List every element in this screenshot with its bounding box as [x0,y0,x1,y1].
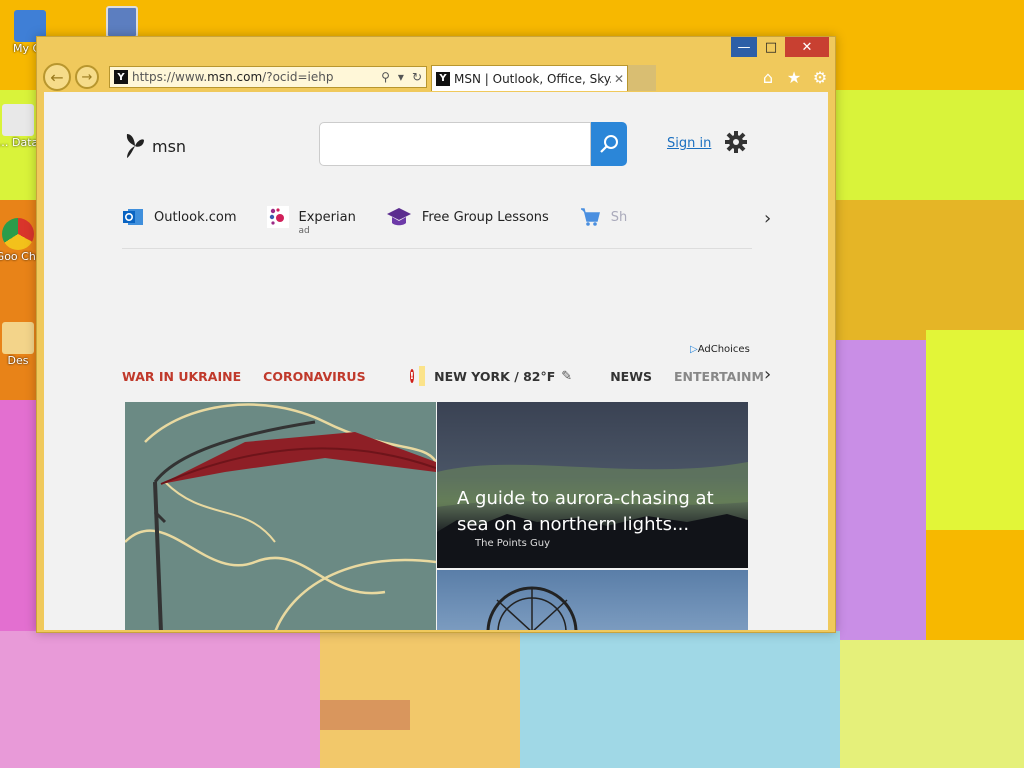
cart-icon [580,208,600,226]
url-prefix: https://www. [132,70,208,84]
window-controls: — □ ✕ [731,37,829,57]
maximize-icon: □ [764,39,778,55]
app-window-icon [106,6,138,38]
topic-coronavirus[interactable]: CORONAVIRUS [263,369,365,384]
quick-link-label: Sh [610,209,628,225]
close-button[interactable]: ✕ [785,37,829,57]
url-suffix: /?ocid=iehp [262,70,334,84]
sign-in-link[interactable]: Sign in [667,136,711,151]
experian-icon [266,206,289,228]
url-domain: msn.com [207,70,263,84]
topic-nav: WAR IN UKRAINE CORONAVIRUS ! NEW YORK / … [122,364,764,388]
feature-card-umbrella[interactable] [125,402,436,630]
desktop-icon-window-app[interactable] [92,6,152,38]
chrome-icon [2,218,34,250]
browser-toolbar-icons: ⌂ ★ ⚙ [759,68,829,87]
msn-logo[interactable]: msn [124,132,186,160]
back-button[interactable]: ← [43,63,71,91]
tools-gear-icon[interactable]: ⚙ [811,68,829,87]
page-content: msn Sign in Outlook.com Experian ad Free… [44,92,828,630]
msn-logo-text: msn [152,136,187,156]
quick-link-free-group-lessons[interactable]: Free Group Lessons [386,206,549,228]
new-tab-button[interactable] [628,65,656,91]
browser-window: — □ ✕ ← → Y https://www.msn.com/?ocid=ie… [36,36,836,633]
adchoices-icon: ▷ [690,344,698,355]
bg-bottom-left [0,631,320,768]
back-arrow-icon: ← [50,67,64,87]
msn-butterfly-icon [126,134,144,158]
navigation-bar: ← → Y https://www.msn.com/?ocid=iehp ⚲ ▾… [43,63,829,91]
bg-purple-panel [834,340,926,640]
bg-bottom-far-right [840,640,1024,768]
weather-location[interactable]: NEW YORK / 82°F [434,369,555,384]
msn-favicon-icon: Y [114,70,128,84]
search-icon[interactable]: ⚲ [381,70,390,84]
topic-entertainment[interactable]: ENTERTAINM [674,369,764,384]
quick-link-outlook[interactable]: Outlook.com [122,206,237,228]
folder-icon [2,322,34,354]
feature-card-aurora[interactable]: A guide to aurora-chasing at sea on a no… [437,402,748,568]
settings-gear-icon[interactable] [724,130,748,154]
ad-label: ad [298,226,310,236]
tab-title: MSN | Outlook, Office, Sky... [454,71,611,86]
browser-tab[interactable]: Y MSN | Outlook, Office, Sky... ✕ [431,65,628,91]
bg-lime-right [926,330,1024,530]
quick-links-next-chevron-icon[interactable]: › [764,208,771,229]
graduation-cap-icon [386,208,411,226]
outlook-icon [123,209,143,225]
refresh-icon[interactable]: ↻ [412,70,422,84]
quick-link-label: Outlook.com [154,209,237,225]
edit-pencil-icon[interactable]: ✎ [561,369,572,384]
quick-link-experian[interactable]: Experian ad [266,206,356,236]
address-url[interactable]: https://www.msn.com/?ocid=iehp [132,70,377,84]
quick-links-bar: Outlook.com Experian ad Free Group Lesso… [122,206,752,249]
address-bar[interactable]: Y https://www.msn.com/?ocid=iehp ⚲ ▾ ↻ [109,66,427,88]
favorites-star-icon[interactable]: ★ [785,68,803,87]
maximize-button[interactable]: □ [757,37,785,57]
search-button[interactable] [591,122,627,166]
card-headline[interactable]: A guide to aurora-chasing at sea on a no… [457,486,727,538]
card-source: The Points Guy [475,538,550,549]
quick-link-label: Experian [298,209,356,225]
close-icon: ✕ [801,39,813,55]
weather-alert-icon[interactable]: ! [409,369,415,383]
dropdown-arrow-icon[interactable]: ▾ [398,70,404,84]
ferris-wheel-image [486,586,578,630]
msn-favicon-icon: Y [436,71,450,86]
search-icon [600,135,618,153]
forward-arrow-icon: → [81,69,93,85]
quick-link-label: Free Group Lessons [421,209,549,225]
forward-button[interactable]: → [75,65,99,89]
minimize-button[interactable]: — [731,37,757,57]
document-icon [2,104,34,136]
topic-war-in-ukraine[interactable]: WAR IN UKRAINE [122,369,241,384]
quick-link-shopping[interactable]: Sh [579,206,628,228]
patio-umbrella-image [125,402,436,630]
adchoices-link[interactable]: ▷AdChoices [690,344,750,355]
adchoices-label: AdChoices [697,344,750,355]
tab-close-icon[interactable]: ✕ [611,72,627,86]
bg-bottom-right [520,631,840,768]
bg-glitch-strip [320,700,410,730]
topics-next-chevron-icon[interactable]: › [764,364,771,385]
bg-pink-left [0,400,36,640]
minimize-icon: — [737,39,751,55]
feature-card-ferris-wheel[interactable] [437,570,748,630]
home-icon[interactable]: ⌂ [759,68,777,87]
search-input[interactable] [319,122,591,166]
topic-news[interactable]: NEWS [610,369,652,384]
